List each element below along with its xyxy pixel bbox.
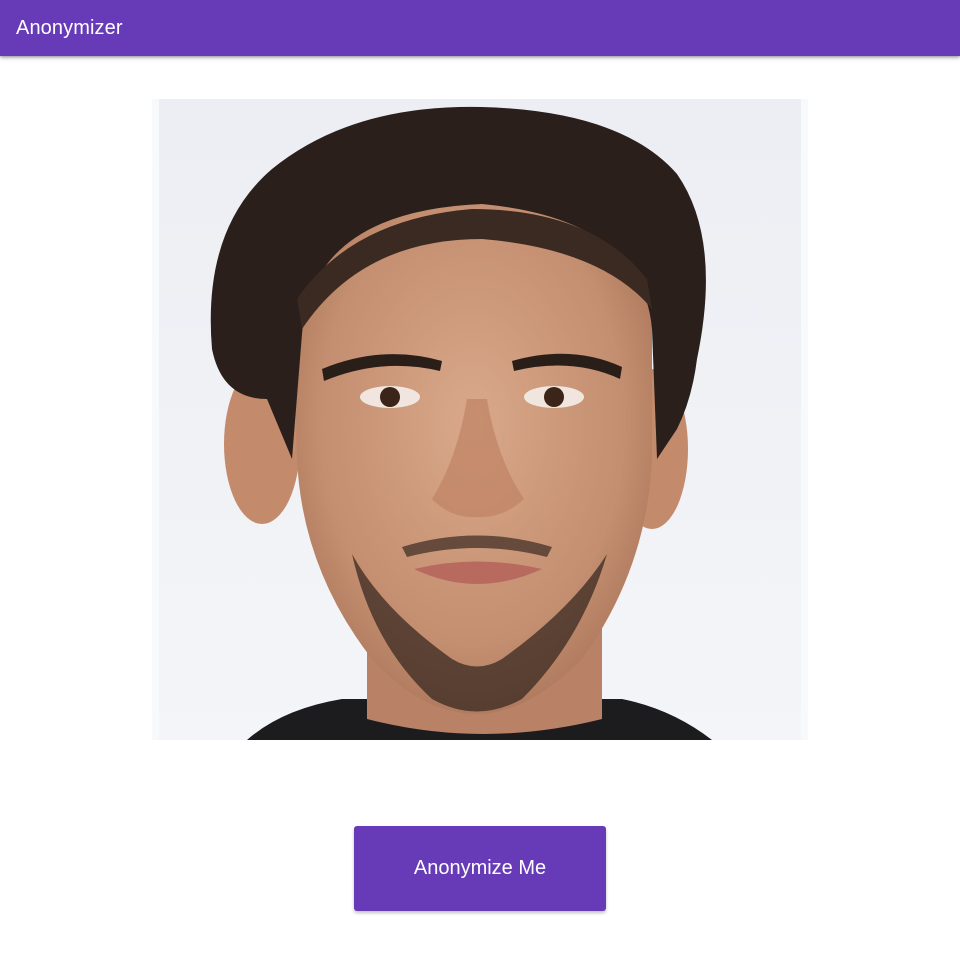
anonymize-button[interactable]: Anonymize Me [354,826,606,911]
app-bar: Anonymizer [0,0,960,56]
portrait-illustration [152,99,808,740]
portrait-image [152,99,808,740]
app-title: Anonymizer [16,16,123,39]
